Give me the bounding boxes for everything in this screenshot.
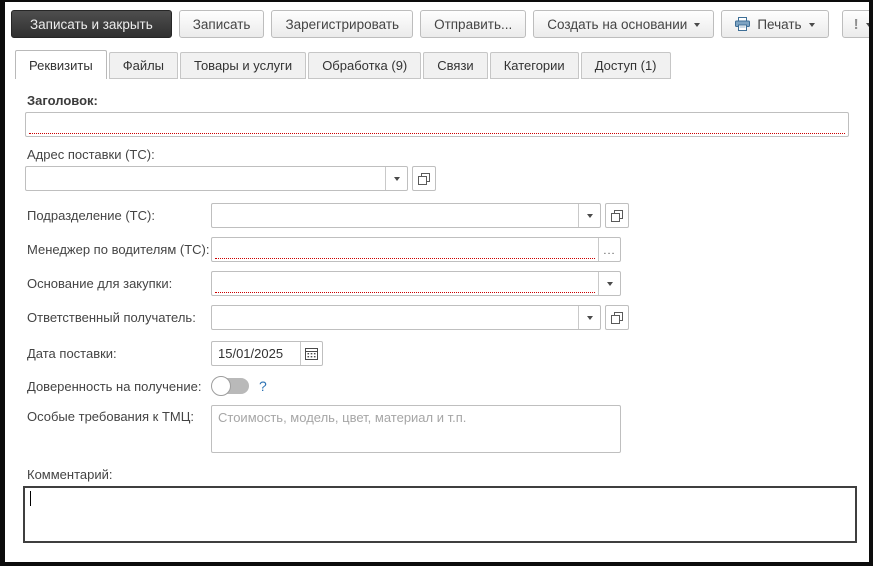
tab-svyazi[interactable]: Связи xyxy=(423,52,488,79)
department-label: Подразделение (ТС): xyxy=(27,208,155,223)
ellipsis-icon xyxy=(603,241,615,259)
save-and-close-button[interactable]: Записать и закрыть xyxy=(11,10,172,38)
print-label: Печать xyxy=(757,16,802,32)
address-dropdown-button[interactable] xyxy=(385,167,407,190)
driver-manager-field xyxy=(211,237,621,262)
tab-kategorii[interactable]: Категории xyxy=(489,52,579,79)
department-input[interactable] xyxy=(212,204,578,227)
tab-rekvizity[interactable]: Реквизиты xyxy=(15,50,107,79)
address-open-button[interactable] xyxy=(412,166,436,191)
responsible-receiver-open-button[interactable] xyxy=(605,305,629,330)
purchase-reason-label: Основание для закупки: xyxy=(27,276,173,291)
open-in-new-icon xyxy=(611,311,623,324)
purchase-reason-dropdown-button[interactable] xyxy=(598,272,620,295)
calendar-icon xyxy=(305,347,318,360)
tab-label: Файлы xyxy=(122,58,165,73)
tab-label: Товары и услуги xyxy=(194,58,293,73)
send-button[interactable]: Отправить... xyxy=(420,10,527,38)
printer-icon xyxy=(735,17,751,31)
toggle-knob xyxy=(211,376,231,396)
purchase-reason-field xyxy=(211,271,621,296)
comment-textarea[interactable] xyxy=(23,486,857,543)
special-requirements-textarea[interactable] xyxy=(211,405,621,453)
print-button[interactable]: Печать xyxy=(721,10,829,38)
driver-manager-label: Менеджер по водителям (ТС): xyxy=(27,242,210,257)
special-requirements-label: Особые требования к ТМЦ: xyxy=(27,409,194,424)
tab-dostup[interactable]: Доступ (1) xyxy=(580,52,671,79)
title-label: Заголовок: xyxy=(27,93,98,108)
driver-manager-choose-button[interactable] xyxy=(598,238,620,261)
chevron-down-icon xyxy=(606,282,613,286)
responsible-receiver-input[interactable] xyxy=(212,306,578,329)
open-in-new-icon xyxy=(611,209,623,222)
tab-label: Категории xyxy=(503,58,565,73)
power-of-attorney-toggle[interactable] xyxy=(211,376,249,396)
open-in-new-icon xyxy=(418,172,430,185)
save-button[interactable]: Записать xyxy=(178,10,265,38)
chevron-down-icon xyxy=(393,177,400,181)
calendar-button[interactable] xyxy=(300,342,322,365)
send-label: Отправить... xyxy=(434,16,513,32)
purchase-reason-input[interactable] xyxy=(212,272,598,295)
address-input[interactable] xyxy=(26,167,385,190)
document-window: Записать и закрыть Записать Зарегистриро… xyxy=(0,0,873,566)
delivery-date-label: Дата поставки: xyxy=(27,346,117,361)
chevron-down-icon xyxy=(694,22,701,27)
create-based-on-label: Создать на основании xyxy=(547,16,688,32)
comment-label: Комментарий: xyxy=(27,467,113,482)
chevron-down-icon xyxy=(586,214,593,218)
power-of-attorney-label: Доверенность на получение: xyxy=(27,378,202,394)
title-input[interactable] xyxy=(26,113,848,136)
delivery-date-field xyxy=(211,341,323,366)
toolbar: Записать и закрыть Записать Зарегистриро… xyxy=(5,2,869,42)
tab-label: Связи xyxy=(437,58,474,73)
text-cursor xyxy=(30,491,31,506)
save-and-close-label: Записать и закрыть xyxy=(30,16,153,32)
register-label: Зарегистрировать xyxy=(285,16,400,32)
chevron-down-icon xyxy=(808,22,815,27)
tab-fajly[interactable]: Файлы xyxy=(108,52,179,79)
title-field xyxy=(25,112,849,137)
tab-label: Обработка (9) xyxy=(322,58,408,73)
tab-tovary-i-uslugi[interactable]: Товары и услуги xyxy=(180,52,307,79)
create-based-on-button[interactable]: Создать на основании xyxy=(533,10,715,38)
save-label: Записать xyxy=(192,16,251,32)
tab-label: Доступ (1) xyxy=(594,58,657,73)
tab-obrabotka[interactable]: Обработка (9) xyxy=(308,52,422,79)
responsible-receiver-dropdown-button[interactable] xyxy=(578,306,600,329)
department-dropdown-button[interactable] xyxy=(578,204,600,227)
address-field xyxy=(25,166,408,191)
address-label: Адрес поставки (ТС): xyxy=(27,147,155,162)
tab-label: Реквизиты xyxy=(29,57,93,73)
driver-manager-input[interactable] xyxy=(212,238,598,261)
important-button[interactable]: ! xyxy=(841,10,869,38)
chevron-down-icon xyxy=(865,22,869,27)
department-field xyxy=(211,203,601,228)
department-open-button[interactable] xyxy=(605,203,629,228)
power-of-attorney-help-link[interactable]: ? xyxy=(259,378,267,394)
responsible-receiver-label: Ответственный получатель: xyxy=(27,310,196,325)
form-content: Заголовок: Адрес поставки (ТС): Подразде… xyxy=(5,79,869,543)
responsible-receiver-field xyxy=(211,305,601,330)
register-button[interactable]: Зарегистрировать xyxy=(271,10,414,38)
tab-bar: Реквизиты Файлы Товары и услуги Обработк… xyxy=(5,50,869,79)
chevron-down-icon xyxy=(586,316,593,320)
delivery-date-input[interactable] xyxy=(212,342,300,365)
exclamation-icon: ! xyxy=(853,15,859,33)
